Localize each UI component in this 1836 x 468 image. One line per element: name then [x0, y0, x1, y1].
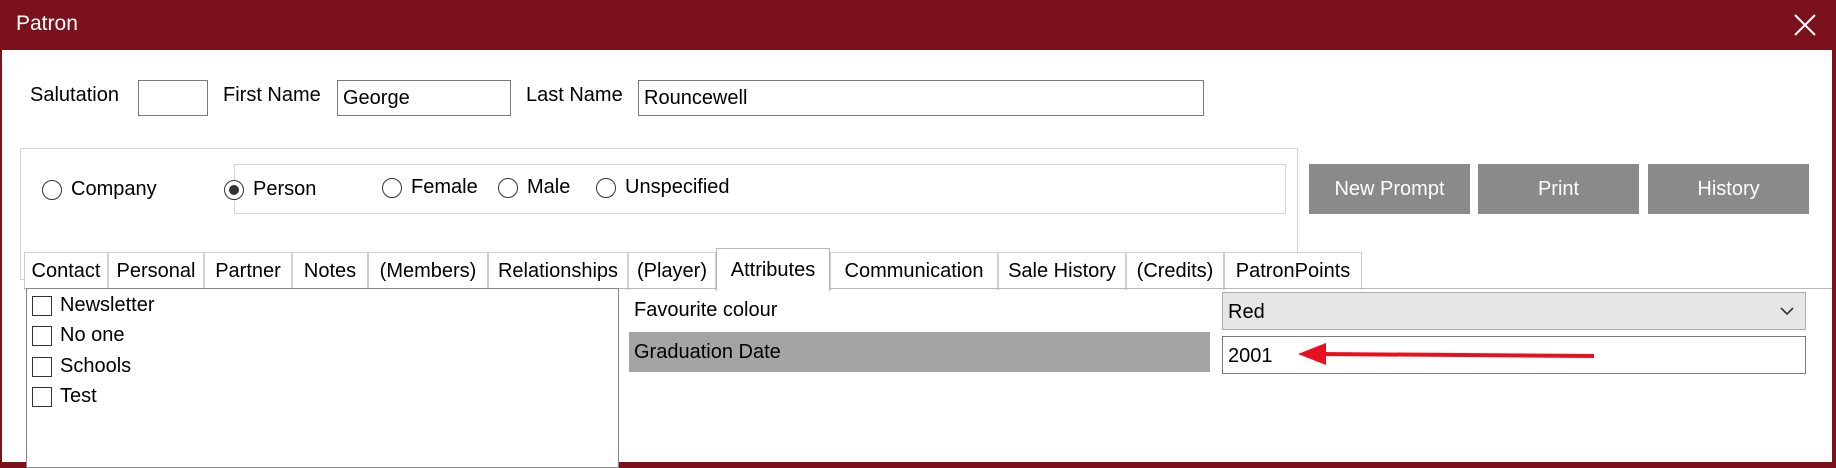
- checklist-label: Newsletter: [60, 294, 155, 316]
- checklist-label: No one: [60, 324, 125, 346]
- radio-unchecked-icon: [596, 177, 616, 198]
- first-name-label: First Name: [223, 84, 321, 106]
- radio-unchecked-icon: [42, 179, 62, 200]
- radio-unchecked-icon: [382, 177, 402, 198]
- graduation-date-label: Graduation Date: [634, 341, 781, 363]
- tab-attributes[interactable]: Attributes: [716, 248, 830, 291]
- radio-unchecked-icon: [498, 177, 518, 198]
- tab-personal[interactable]: Personal: [108, 252, 204, 290]
- favourite-colour-label: Favourite colour: [634, 299, 778, 321]
- tab-sale-history[interactable]: Sale History: [998, 252, 1126, 290]
- tab-patronpoints[interactable]: PatronPoints: [1224, 252, 1362, 290]
- person-radio[interactable]: Person: [224, 178, 316, 201]
- chevron-down-icon: [1780, 307, 1794, 316]
- tab-contact[interactable]: Contact: [24, 252, 108, 290]
- first-name-input[interactable]: George: [337, 80, 511, 116]
- tab-members[interactable]: (Members): [368, 252, 488, 290]
- unspecified-radio[interactable]: Unspecified: [596, 176, 730, 199]
- tab-communication[interactable]: Communication: [830, 252, 998, 290]
- checkbox-icon: [32, 295, 52, 316]
- female-label: Female: [411, 176, 478, 198]
- male-label: Male: [527, 176, 571, 198]
- close-button[interactable]: [1780, 0, 1830, 50]
- title-bar: Patron: [0, 0, 1836, 50]
- tab-player[interactable]: (Player): [628, 252, 716, 290]
- list-item[interactable]: Schools: [32, 355, 131, 378]
- list-item[interactable]: Newsletter: [32, 294, 154, 317]
- tab-credits[interactable]: (Credits): [1126, 252, 1224, 290]
- company-radio[interactable]: Company: [42, 178, 157, 201]
- print-button[interactable]: Print: [1478, 164, 1639, 214]
- history-button[interactable]: History: [1648, 164, 1809, 214]
- checklist-label: Schools: [60, 355, 132, 377]
- list-item[interactable]: Test: [32, 385, 97, 408]
- favourite-colour-value: Red: [1228, 301, 1265, 323]
- person-label: Person: [253, 178, 317, 200]
- tab-partner[interactable]: Partner: [204, 252, 292, 290]
- graduation-date-value: 2001: [1228, 345, 1273, 367]
- tab-relationships[interactable]: Relationships: [488, 252, 628, 290]
- last-name-input[interactable]: Rouncewell: [638, 80, 1204, 116]
- checkbox-icon: [32, 325, 52, 346]
- male-radio[interactable]: Male: [498, 176, 570, 199]
- tab-notes[interactable]: Notes: [292, 252, 368, 290]
- salutation-label: Salutation: [30, 84, 119, 106]
- favourite-colour-select[interactable]: Red: [1222, 292, 1806, 330]
- salutation-input[interactable]: [138, 80, 208, 116]
- radio-checked-icon: [224, 179, 244, 200]
- checklist-label: Test: [60, 385, 97, 407]
- checkbox-icon: [32, 386, 52, 407]
- company-label: Company: [71, 178, 157, 200]
- list-item[interactable]: No one: [32, 324, 125, 347]
- new-prompt-button[interactable]: New Prompt: [1309, 164, 1470, 214]
- female-radio[interactable]: Female: [382, 176, 478, 199]
- annotation-arrow-icon: [1298, 343, 1595, 365]
- window-title: Patron: [16, 12, 78, 35]
- last-name-label: Last Name: [526, 84, 623, 106]
- checkbox-icon: [32, 356, 52, 377]
- attribute-checklist[interactable]: Newsletter No one Schools Test: [26, 288, 619, 468]
- unspecified-label: Unspecified: [625, 176, 730, 198]
- close-icon: [1794, 14, 1816, 36]
